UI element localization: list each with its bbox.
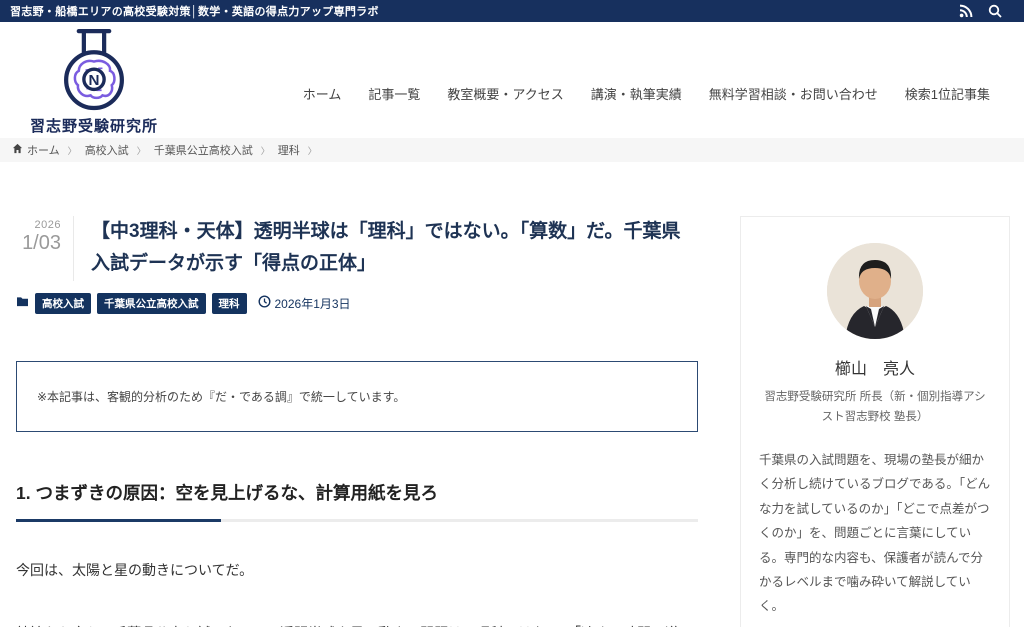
article-date-block: 2026 1/03 [16,216,74,281]
article-date-day: 1/03 [22,232,61,254]
article-paragraph: 結論から言う。千葉県公立入試において、透明半球や星の動きの問題は、理科ではない。… [16,618,698,627]
search-icon[interactable] [988,4,1002,18]
nav-lectures[interactable]: 講演・執筆実績 [591,84,682,103]
site-header: N 習志野受験研究所 ホーム 記事一覧 教室概要・アクセス 講演・執筆実績 無料… [0,22,1024,138]
article-paragraph: 今回は、太陽と星の動きについてだ。 [16,561,254,578]
nav-home[interactable]: ホーム [303,84,342,103]
profile-avatar [827,243,923,339]
site-logo[interactable]: N 習志野受験研究所 [26,27,162,136]
article-date-year: 2026 [34,219,61,231]
article-title: 【中3理科・天体】透明半球は「理科」ではない。「算数」だ。千葉県入試データが示す… [91,221,681,275]
site-name: 習志野受験研究所 [29,118,158,135]
article-main: 2026 1/03 【中3理科・天体】透明半球は「理科」ではない。「算数」だ。千… [16,216,698,627]
breadcrumb-separator: 〉 [307,145,317,156]
rss-icon[interactable] [959,4,973,18]
site-tagline: 習志野・船橋エリアの高校受験対策│数学・英語の得点力アップ専門ラボ [10,6,379,18]
breadcrumb: ホーム 〉 高校入試 〉 千葉県公立高校入試 〉 理科 〉 [0,138,1024,162]
breadcrumb-koukou-nyuushi[interactable]: 高校入試 [85,142,129,158]
tag-rika[interactable]: 理科 [211,292,247,314]
section-heading-1: 1. つまずきの原因：空を見上げるな、計算用紙を見ろ [16,480,698,522]
nav-articles[interactable]: 記事一覧 [368,84,420,103]
content-area: 2026 1/03 【中3理科・天体】透明半球は「理科」ではない。「算数」だ。千… [0,162,1024,627]
clock-icon [257,295,271,311]
breadcrumb-chiba-kouritsu[interactable]: 千葉県公立高校入試 [154,142,253,158]
nav-classroom-access[interactable]: 教室概要・アクセス [447,84,563,103]
profile-name: 櫛山 亮人 [834,361,915,378]
article-meta-row: 高校入試 千葉県公立高校入試 理科 2026年1月3日 [16,292,698,314]
folder-icon [16,294,29,312]
main-nav: ホーム 記事一覧 教室概要・アクセス 講演・執筆実績 無料学習相談・お問い合わせ… [303,84,990,103]
breadcrumb-home[interactable]: ホーム [12,142,60,158]
home-icon [12,143,23,157]
breadcrumb-separator: 〉 [136,145,146,156]
tag-chiba-kouritsu[interactable]: 千葉県公立高校入試 [97,292,206,314]
profile-card: 櫛山 亮人 習志野受験研究所 所長（新・個別指導アシスト習志野校 塾長） 千葉県… [740,216,1010,627]
article-notice-box: ※本記事は、客観的分析のため『だ・である調』で統一しています。 [16,360,698,432]
notice-text: ※本記事は、客観的分析のため『だ・である調』で統一しています。 [37,389,406,404]
article-title-row: 2026 1/03 【中3理科・天体】透明半球は「理科」ではない。「算数」だ。千… [16,216,698,281]
published-date: 2026年1月3日 [257,295,351,312]
profile-role: 習志野受験研究所 所長（新・個別指導アシスト習志野校 塾長） [764,391,986,423]
breadcrumb-separator: 〉 [260,145,270,156]
profile-bio: 千葉県の入試問題を、現場の塾長が細かく分析し続けているブログである。「どんな力を… [759,453,991,614]
svg-text:N: N [89,72,100,89]
topbar: 習志野・船橋エリアの高校受験対策│数学・英語の得点力アップ専門ラボ [0,0,1024,22]
tag-koukou-nyuushi[interactable]: 高校入試 [35,292,91,314]
breadcrumb-separator: 〉 [67,145,77,156]
nav-contact[interactable]: 無料学習相談・お問い合わせ [709,84,878,103]
nav-top-articles[interactable]: 検索1位記事集 [905,84,990,103]
breadcrumb-rika[interactable]: 理科 [278,142,300,158]
topbar-icons [959,4,1014,18]
flask-brain-logo-icon: N [26,27,162,113]
